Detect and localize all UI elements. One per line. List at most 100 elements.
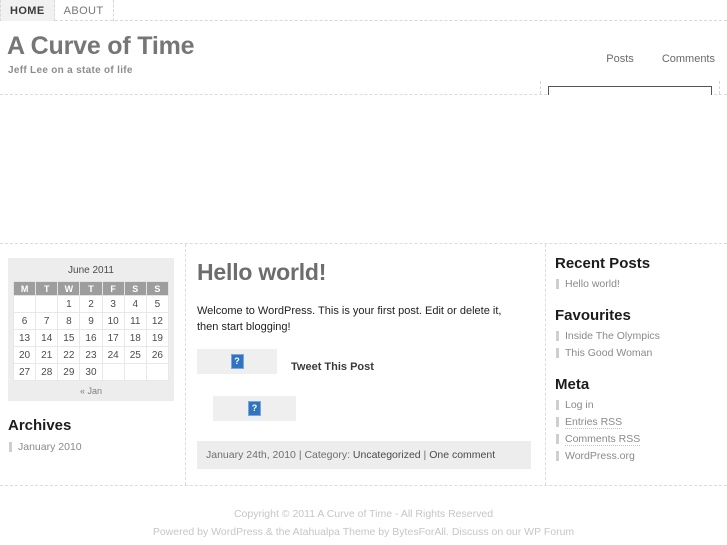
calendar-day: 25 [123,346,147,364]
calendar-day: 24 [101,346,125,364]
secondary-image-container[interactable]: ? [213,396,296,421]
list-item[interactable]: Inside The Olympics [555,328,721,345]
calendar-day: 17 [101,329,125,347]
post-meta-category[interactable]: Uncategorized [353,449,421,461]
calendar-day: 4 [123,295,147,313]
site-footer: Copyright © 2011 A Curve of Time - All R… [0,486,727,545]
content-columns: June 2011 M T W T F S S 1 2 3 4 5 6 7 8 … [0,243,727,486]
calendar-day: 28 [35,363,59,381]
meta-title: Meta [555,376,590,393]
list-item[interactable]: WordPress.org [555,448,721,465]
calendar-day: 19 [145,329,170,347]
calendar-weekday: M [12,281,37,296]
calendar-row: 6 7 8 9 10 11 12 [12,312,170,330]
nav-item-about[interactable]: ABOUT [55,0,114,21]
top-navigation: HOME ABOUT [0,0,727,21]
list-item[interactable]: Entries RSS [555,414,721,431]
calendar-day: 26 [145,346,170,364]
favourite-link: This Good Woman [565,347,653,359]
meta-list: Log in Entries RSS Comments RSS WordPres… [555,397,721,465]
post-title[interactable]: Hello world! [197,259,531,286]
calendar-row: 20 21 22 23 24 25 26 [12,346,170,364]
calendar-day: 5 [145,295,170,313]
post-meta-comments[interactable]: One comment [429,449,495,461]
calendar-day [123,363,147,381]
calendar-day: 29 [57,363,81,381]
calendar-day: 18 [123,329,147,347]
list-item[interactable]: This Good Woman [555,345,721,362]
footer-copyright: Copyright © 2011 A Curve of Time - All R… [233,508,494,520]
nav-item-home[interactable]: HOME [0,0,55,21]
archives-widget: Archives January 2010 [8,417,177,456]
calendar-day: 9 [79,312,103,330]
calendar-day [145,363,170,381]
blog-title[interactable]: A Curve of Time [7,32,195,61]
nav-item-home-label: HOME [10,4,45,17]
recent-posts-widget: Recent Posts Hello world! [555,255,721,293]
calendar-head-row: M T W T F S S [12,281,170,296]
post-meta-separator-1: | Category: [295,449,353,461]
calendar-day: 3 [101,295,125,313]
calendar-row: 1 2 3 4 5 [12,295,170,313]
calendar-day: 30 [79,363,103,381]
calendar-row: 13 14 15 16 17 18 19 [12,329,170,347]
broken-image-icon: ? [230,354,244,369]
post-meta: January 24th, 2010 | Category: Uncategor… [197,441,531,469]
calendar-row: 27 28 29 30 [12,363,170,381]
favourites-title: Favourites [555,307,631,324]
calendar-day: 27 [12,363,37,381]
calendar-day: 16 [79,329,103,347]
calendar-day: 7 [35,312,59,330]
calendar-table: M T W T F S S 1 2 3 4 5 6 7 8 9 10 11 12… [12,281,170,381]
broken-image-icon: ? [248,401,261,416]
calendar-day: 10 [101,312,125,330]
favourites-widget: Favourites Inside The Olympics This Good… [555,307,721,362]
list-item[interactable]: January 2010 [8,439,177,456]
page-root: HOME ABOUT A Curve of Time Jeff Lee on a… [0,0,727,545]
calendar-weekday: S [145,281,170,296]
recent-posts-title: Recent Posts [555,255,651,272]
calendar-day: 8 [57,312,81,330]
tweet-this-post-label[interactable]: Tweet This Post [291,361,374,374]
post-body: Welcome to WordPress. This is your first… [197,305,502,333]
tweet-button-image-container[interactable]: ? [197,349,277,374]
meta-link-comments-rss: Comments RSS [565,433,641,446]
meta-widget: Meta Log in Entries RSS Comments RSS Wor… [555,376,721,465]
post-meta-separator-2: | [420,449,430,461]
calendar-day: 6 [12,312,37,330]
calendar-widget: June 2011 M T W T F S S 1 2 3 4 5 6 7 8 … [8,258,174,401]
list-item[interactable]: Hello world! [555,276,721,293]
calendar-day: 1 [57,295,81,313]
calendar-day: 15 [57,329,81,347]
list-item[interactable]: Log in [555,397,721,414]
calendar-weekday: T [35,281,59,296]
footer-credits: Powered by WordPress & the Atahualpa The… [152,526,575,538]
calendar-weekday: W [57,281,81,296]
calendar-day: 20 [12,346,37,364]
calendar-day: 12 [145,312,170,330]
list-item[interactable]: Comments RSS [555,431,721,448]
header-blank-area [0,95,727,243]
main-content: Hello world! Welcome to WordPress. This … [186,244,546,485]
calendar-day: 13 [12,329,37,347]
nav-item-about-label: ABOUT [63,4,104,17]
blog-tagline: Jeff Lee on a state of life [8,65,133,76]
post-meta-date: January 24th, 2010 [206,449,296,461]
header-link-comments[interactable]: Comments [662,53,715,65]
calendar-day: 2 [79,295,103,313]
calendar-weekday: F [101,281,125,296]
calendar-day: 22 [57,346,81,364]
meta-link-login: Log in [565,399,594,411]
sidebar-right: Recent Posts Hello world! Favourites Ins… [546,244,727,485]
meta-link-wordpress-org: WordPress.org [565,450,635,462]
calendar-day: 11 [123,312,147,330]
recent-post-link: Hello world! [565,278,620,290]
recent-posts-list: Hello world! [555,276,721,293]
calendar-prev-month-link[interactable]: « Jan [13,381,169,398]
archives-title: Archives [8,417,72,434]
archives-list: January 2010 [8,439,177,456]
header-feed-links: Posts Comments [606,53,715,65]
calendar-day: 21 [35,346,59,364]
meta-link-entries-rss: Entries RSS [565,416,623,429]
header-link-posts[interactable]: Posts [606,53,634,65]
